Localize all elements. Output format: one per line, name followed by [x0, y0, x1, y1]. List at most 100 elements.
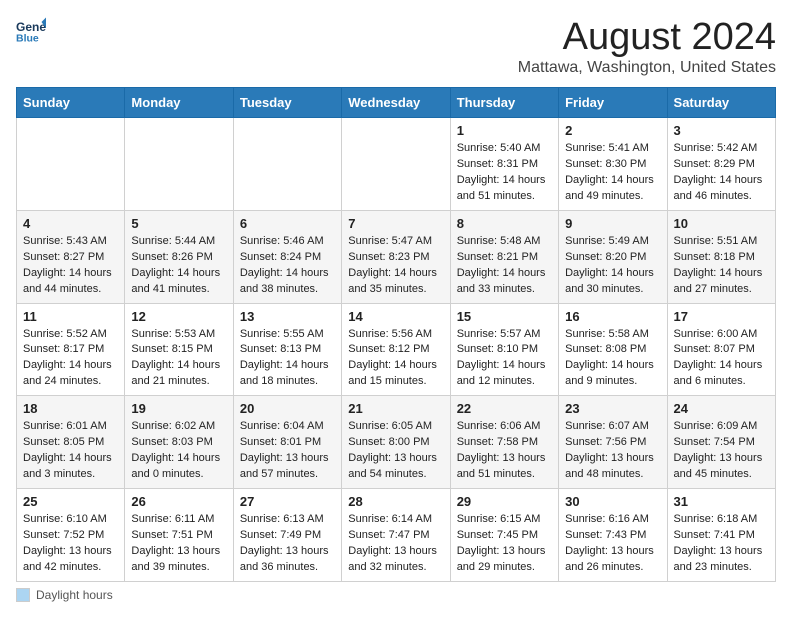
- day-number: 2: [565, 123, 660, 138]
- day-number: 30: [565, 494, 660, 509]
- day-number: 24: [674, 401, 769, 416]
- day-cell: 23 Sunrise: 6:07 AM Sunset: 7:56 PM Dayli…: [559, 396, 667, 489]
- day-info: Sunrise: 5:49 AM Sunset: 8:20 PM Dayligh…: [565, 234, 660, 298]
- day-number: 27: [240, 494, 335, 509]
- legend-color-box: [16, 588, 30, 602]
- day-number: 9: [565, 216, 660, 231]
- day-cell: 31 Sunrise: 6:18 AM Sunset: 7:41 PM Dayli…: [667, 489, 775, 582]
- day-cell: 9 Sunrise: 5:49 AM Sunset: 8:20 PM Daylig…: [559, 210, 667, 303]
- day-cell: 16 Sunrise: 5:58 AM Sunset: 8:08 PM Dayli…: [559, 303, 667, 396]
- day-info: Sunrise: 5:43 AM Sunset: 8:27 PM Dayligh…: [23, 234, 118, 298]
- day-number: 4: [23, 216, 118, 231]
- day-info: Sunrise: 6:16 AM Sunset: 7:43 PM Dayligh…: [565, 512, 660, 576]
- title-area: August 2024 Mattawa, Washington, United …: [518, 16, 776, 77]
- day-number: 21: [348, 401, 443, 416]
- day-cell: 4 Sunrise: 5:43 AM Sunset: 8:27 PM Daylig…: [17, 210, 125, 303]
- day-number: 3: [674, 123, 769, 138]
- day-info: Sunrise: 6:00 AM Sunset: 8:07 PM Dayligh…: [674, 327, 769, 391]
- day-info: Sunrise: 6:18 AM Sunset: 7:41 PM Dayligh…: [674, 512, 769, 576]
- legend-label: Daylight hours: [36, 588, 113, 602]
- day-number: 10: [674, 216, 769, 231]
- day-number: 12: [131, 309, 226, 324]
- day-info: Sunrise: 6:05 AM Sunset: 8:00 PM Dayligh…: [348, 419, 443, 483]
- week-row-2: 4 Sunrise: 5:43 AM Sunset: 8:27 PM Daylig…: [17, 210, 776, 303]
- day-info: Sunrise: 5:56 AM Sunset: 8:12 PM Dayligh…: [348, 327, 443, 391]
- day-info: Sunrise: 6:14 AM Sunset: 7:47 PM Dayligh…: [348, 512, 443, 576]
- day-cell: 3 Sunrise: 5:42 AM Sunset: 8:29 PM Daylig…: [667, 118, 775, 211]
- day-info: Sunrise: 5:48 AM Sunset: 8:21 PM Dayligh…: [457, 234, 552, 298]
- day-info: Sunrise: 6:07 AM Sunset: 7:56 PM Dayligh…: [565, 419, 660, 483]
- day-number: 15: [457, 309, 552, 324]
- day-info: Sunrise: 5:51 AM Sunset: 8:18 PM Dayligh…: [674, 234, 769, 298]
- day-cell: 19 Sunrise: 6:02 AM Sunset: 8:03 PM Dayli…: [125, 396, 233, 489]
- day-info: Sunrise: 5:58 AM Sunset: 8:08 PM Dayligh…: [565, 327, 660, 391]
- day-cell: [342, 118, 450, 211]
- day-number: 6: [240, 216, 335, 231]
- day-number: 7: [348, 216, 443, 231]
- day-number: 31: [674, 494, 769, 509]
- day-cell: 12 Sunrise: 5:53 AM Sunset: 8:15 PM Dayli…: [125, 303, 233, 396]
- day-info: Sunrise: 5:42 AM Sunset: 8:29 PM Dayligh…: [674, 141, 769, 205]
- day-cell: 7 Sunrise: 5:47 AM Sunset: 8:23 PM Daylig…: [342, 210, 450, 303]
- day-info: Sunrise: 5:41 AM Sunset: 8:30 PM Dayligh…: [565, 141, 660, 205]
- day-cell: 21 Sunrise: 6:05 AM Sunset: 8:00 PM Dayli…: [342, 396, 450, 489]
- day-cell: 6Sunrise: 5:46 AM Sunset: 8:24 PM Daylig…: [233, 210, 341, 303]
- day-info: Sunrise: 5:47 AM Sunset: 8:23 PM Dayligh…: [348, 234, 443, 298]
- day-info: Sunrise: 6:04 AM Sunset: 8:01 PM Dayligh…: [240, 419, 335, 483]
- day-cell: [125, 118, 233, 211]
- svg-text:Blue: Blue: [16, 33, 39, 45]
- day-cell: 2 Sunrise: 5:41 AM Sunset: 8:30 PM Daylig…: [559, 118, 667, 211]
- day-number: 23: [565, 401, 660, 416]
- day-cell: 10 Sunrise: 5:51 AM Sunset: 8:18 PM Dayli…: [667, 210, 775, 303]
- day-info: Sunrise: 5:52 AM Sunset: 8:17 PM Dayligh…: [23, 327, 118, 391]
- week-row-4: 18 Sunrise: 6:01 AM Sunset: 8:05 PM Dayli…: [17, 396, 776, 489]
- logo: General Blue: [16, 16, 46, 46]
- weekday-header-row: SundayMondayTuesdayWednesdayThursdayFrid…: [17, 88, 776, 118]
- day-cell: 25Sunrise: 6:10 AM Sunset: 7:52 PM Dayli…: [17, 489, 125, 582]
- day-number: 13: [240, 309, 335, 324]
- footer-legend: Daylight hours: [16, 588, 776, 602]
- week-row-3: 11 Sunrise: 5:52 AM Sunset: 8:17 PM Dayli…: [17, 303, 776, 396]
- day-info: Sunrise: 5:53 AM Sunset: 8:15 PM Dayligh…: [131, 327, 226, 391]
- day-cell: 22 Sunrise: 6:06 AM Sunset: 7:58 PM Dayli…: [450, 396, 558, 489]
- day-cell: 24Sunrise: 6:09 AM Sunset: 7:54 PM Dayli…: [667, 396, 775, 489]
- day-cell: [17, 118, 125, 211]
- day-info: Sunrise: 5:40 AM Sunset: 8:31 PM Dayligh…: [457, 141, 552, 205]
- day-number: 22: [457, 401, 552, 416]
- day-number: 16: [565, 309, 660, 324]
- day-number: 19: [131, 401, 226, 416]
- day-cell: 15 Sunrise: 5:57 AM Sunset: 8:10 PM Dayli…: [450, 303, 558, 396]
- day-cell: 8 Sunrise: 5:48 AM Sunset: 8:21 PM Daylig…: [450, 210, 558, 303]
- page-header: General Blue August 2024 Mattawa, Washin…: [16, 16, 776, 77]
- day-number: 1: [457, 123, 552, 138]
- day-cell: 13Sunrise: 5:55 AM Sunset: 8:13 PM Dayli…: [233, 303, 341, 396]
- day-cell: 18 Sunrise: 6:01 AM Sunset: 8:05 PM Dayli…: [17, 396, 125, 489]
- week-row-5: 25Sunrise: 6:10 AM Sunset: 7:52 PM Dayli…: [17, 489, 776, 582]
- day-cell: 11 Sunrise: 5:52 AM Sunset: 8:17 PM Dayli…: [17, 303, 125, 396]
- day-number: 18: [23, 401, 118, 416]
- day-info: Sunrise: 6:11 AM Sunset: 7:51 PM Dayligh…: [131, 512, 226, 576]
- day-cell: 26 Sunrise: 6:11 AM Sunset: 7:51 PM Dayli…: [125, 489, 233, 582]
- day-number: 11: [23, 309, 118, 324]
- location-subtitle: Mattawa, Washington, United States: [518, 59, 776, 77]
- weekday-header-tuesday: Tuesday: [233, 88, 341, 118]
- day-info: Sunrise: 6:06 AM Sunset: 7:58 PM Dayligh…: [457, 419, 552, 483]
- day-number: 8: [457, 216, 552, 231]
- day-cell: 1 Sunrise: 5:40 AM Sunset: 8:31 PM Daylig…: [450, 118, 558, 211]
- day-number: 17: [674, 309, 769, 324]
- weekday-header-saturday: Saturday: [667, 88, 775, 118]
- day-info: Sunrise: 6:13 AM Sunset: 7:49 PM Dayligh…: [240, 512, 335, 576]
- weekday-header-friday: Friday: [559, 88, 667, 118]
- day-cell: 20 Sunrise: 6:04 AM Sunset: 8:01 PM Dayli…: [233, 396, 341, 489]
- day-number: 20: [240, 401, 335, 416]
- weekday-header-monday: Monday: [125, 88, 233, 118]
- day-info: Sunrise: 5:57 AM Sunset: 8:10 PM Dayligh…: [457, 327, 552, 391]
- day-cell: [233, 118, 341, 211]
- day-info: Sunrise: 6:02 AM Sunset: 8:03 PM Dayligh…: [131, 419, 226, 483]
- weekday-header-sunday: Sunday: [17, 88, 125, 118]
- day-number: 26: [131, 494, 226, 509]
- day-info: Sunrise: 5:44 AM Sunset: 8:26 PM Dayligh…: [131, 234, 226, 298]
- day-info: Sunrise: 6:01 AM Sunset: 8:05 PM Dayligh…: [23, 419, 118, 483]
- day-cell: 30 Sunrise: 6:16 AM Sunset: 7:43 PM Dayli…: [559, 489, 667, 582]
- week-row-1: 1 Sunrise: 5:40 AM Sunset: 8:31 PM Daylig…: [17, 118, 776, 211]
